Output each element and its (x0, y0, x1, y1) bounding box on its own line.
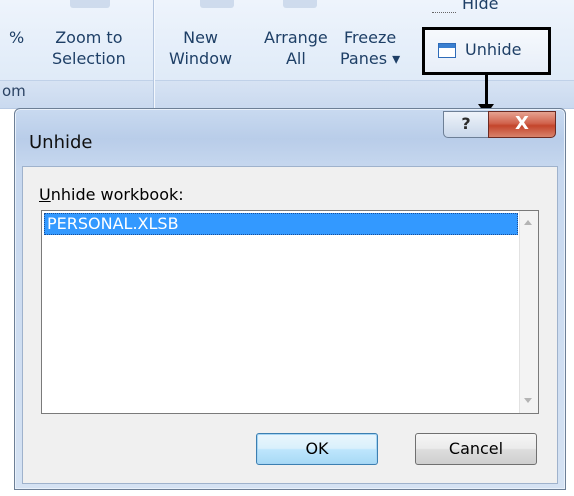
arrange-icon-partial (283, 0, 317, 8)
label-accelerator: U (39, 185, 51, 204)
arrange-all-button[interactable]: Arrange All (264, 27, 328, 69)
zoom-100-button-partial[interactable]: % (9, 27, 24, 48)
freeze-panes-line2: Panes ▾ (340, 49, 401, 68)
close-button[interactable]: X (488, 111, 556, 138)
footer-separator (153, 80, 154, 108)
unhide-workbook-label: Unhide workbook: (39, 185, 184, 204)
list-item[interactable]: PERSONAL.XLSB (44, 213, 518, 235)
arrange-all-line1: Arrange (264, 28, 328, 47)
window-icon (438, 43, 456, 58)
unhide-button-label: Unhide (465, 40, 522, 59)
zoom-to-selection-line1: Zoom to (55, 28, 123, 47)
zoom-to-selection-button[interactable]: Zoom to Selection (52, 27, 126, 69)
hide-icon-partial (432, 0, 456, 13)
help-button[interactable]: ? (443, 111, 489, 138)
unhide-dialog: Unhide ? X Unhide workbook: PERSONAL.XLS… (14, 108, 566, 490)
arrange-all-line2: All (285, 49, 306, 68)
zoom-percent-label: % (9, 28, 25, 47)
hide-button-label[interactable]: Hide (462, 0, 498, 13)
new-window-line2: Window (169, 49, 233, 68)
dialog-client-area: Unhide workbook: PERSONAL.XLSB OK Cancel (22, 166, 558, 484)
listbox-scrollbar[interactable] (519, 211, 538, 413)
close-icon: X (515, 113, 529, 134)
freeze-panes-button[interactable]: Freeze Panes ▾ (340, 27, 400, 69)
zoom-icon-partial (70, 0, 110, 8)
help-icon: ? (461, 114, 471, 133)
new-window-button[interactable]: New Window (169, 27, 232, 69)
zoom-to-selection-line2: Selection (52, 49, 126, 68)
new-window-icon-partial (200, 0, 234, 8)
screenshot-canvas: % Zoom to Selection New Window Arrange A… (0, 0, 574, 496)
freeze-panes-line1: Freeze (343, 28, 397, 47)
ok-button[interactable]: OK (256, 433, 378, 465)
new-window-line1: New (183, 28, 218, 47)
chevron-up-icon[interactable] (524, 220, 532, 225)
label-rest: nhide workbook: (50, 185, 184, 204)
callout-arrow-line (485, 74, 488, 108)
chevron-down-icon[interactable] (524, 398, 532, 403)
unhide-button[interactable]: Unhide (422, 27, 551, 75)
zoom-group-label: om (2, 82, 26, 100)
dialog-title: Unhide (29, 132, 93, 153)
cancel-button[interactable]: Cancel (415, 433, 537, 465)
workbook-listbox[interactable]: PERSONAL.XLSB (41, 210, 539, 414)
